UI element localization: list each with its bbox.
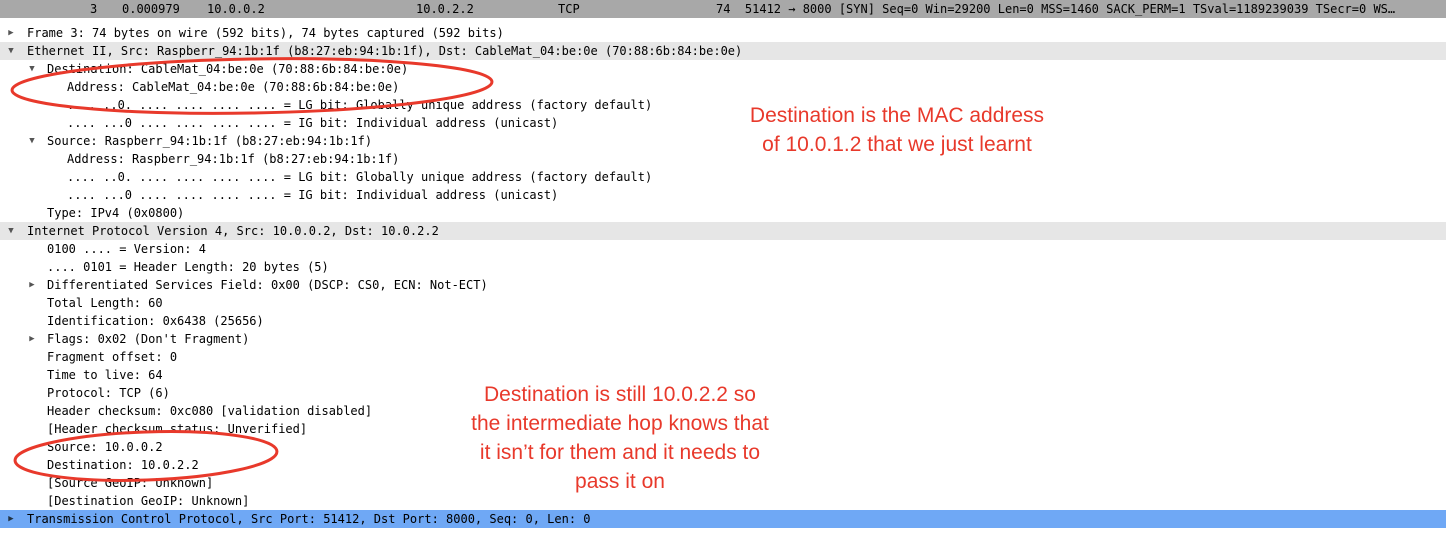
packet-protocol: TCP xyxy=(558,2,580,16)
tree-row-eth-src-ig-bit[interactable]: .... ...0 .... .... .... .... = IG bit: … xyxy=(0,186,1446,204)
tree-row-ip-dsf[interactable]: ▶ Differentiated Services Field: 0x00 (D… xyxy=(0,276,1446,294)
tree-row-ip-total-length[interactable]: Total Length: 60 xyxy=(0,294,1446,312)
tree-row-eth-dst-address[interactable]: Address: CableMat_04:be:0e (70:88:6b:84:… xyxy=(0,78,1446,96)
tree-row-ip-identification[interactable]: Identification: 0x6438 (25656) xyxy=(0,312,1446,330)
disclosure-triangle-down-icon[interactable]: ▼ xyxy=(27,60,37,78)
tree-row-ip-flags[interactable]: ▶ Flags: 0x02 (Don't Fragment) xyxy=(0,330,1446,348)
tree-row-tcp[interactable]: ▶ Transmission Control Protocol, Src Por… xyxy=(0,510,1446,528)
tree-row-label: Source: 10.0.0.2 xyxy=(47,440,163,454)
packet-no: 3 xyxy=(90,2,98,16)
tree-row-eth-destination[interactable]: ▼ Destination: CableMat_04:be:0e (70:88:… xyxy=(0,60,1446,78)
disclosure-triangle-down-icon[interactable]: ▼ xyxy=(6,222,16,240)
tree-row-label: Protocol: TCP (6) xyxy=(47,386,170,400)
tree-row-eth-src-lg-bit[interactable]: .... ..0. .... .... .... .... = LG bit: … xyxy=(0,168,1446,186)
tree-row-label: [Header checksum status: Unverified] xyxy=(47,422,308,436)
tree-row-label: Address: CableMat_04:be:0e (70:88:6b:84:… xyxy=(67,80,400,94)
tree-row-label: Flags: 0x02 (Don't Fragment) xyxy=(47,332,250,346)
ip-destination-annotation: Destination is still 10.0.2.2 so the int… xyxy=(471,383,769,493)
disclosure-triangle-right-icon[interactable]: ▶ xyxy=(27,276,37,294)
disclosure-triangle-right-icon[interactable]: ▶ xyxy=(27,330,37,348)
tree-row-ip-fragment-offset[interactable]: Fragment offset: 0 xyxy=(0,348,1446,366)
tree-row-label: Frame 3: 74 bytes on wire (592 bits), 74… xyxy=(27,26,504,40)
tree-row-frame[interactable]: ▶ Frame 3: 74 bytes on wire (592 bits), … xyxy=(0,24,1446,42)
tree-row-label: [Destination GeoIP: Unknown] xyxy=(47,494,250,508)
tree-row-label: Fragment offset: 0 xyxy=(47,350,178,364)
tree-row-ip-header-length[interactable]: .... 0101 = Header Length: 20 bytes (5) xyxy=(0,258,1446,276)
packet-destination: 10.0.2.2 xyxy=(416,2,474,16)
tree-row-eth-type[interactable]: Type: IPv4 (0x0800) xyxy=(0,204,1446,222)
tree-row-label: Differentiated Services Field: 0x00 (DSC… xyxy=(47,278,488,292)
packet-time: 0.000979 xyxy=(122,2,180,16)
tree-row-label: Transmission Control Protocol, Src Port:… xyxy=(27,512,591,526)
disclosure-triangle-right-icon[interactable]: ▶ xyxy=(6,510,16,528)
tree-row-label: Source: Raspberr_94:1b:1f (b8:27:eb:94:1… xyxy=(47,134,373,148)
tree-row-label: [Source GeoIP: Unknown] xyxy=(47,476,214,490)
tree-row-label: .... 0101 = Header Length: 20 bytes (5) xyxy=(47,260,329,274)
packet-list-row-selected[interactable]: 3 0.000979 10.0.0.2 10.0.2.2 TCP 74 5141… xyxy=(0,0,1446,18)
tree-row-ip-version[interactable]: 0100 .... = Version: 4 xyxy=(0,240,1446,258)
tree-row-label: Ethernet II, Src: Raspberr_94:1b:1f (b8:… xyxy=(27,44,743,58)
tree-row-label: 0100 .... = Version: 4 xyxy=(47,242,206,256)
tree-row-label: Internet Protocol Version 4, Src: 10.0.0… xyxy=(27,224,439,238)
disclosure-triangle-down-icon[interactable]: ▼ xyxy=(27,132,37,150)
packet-info: 74 51412 → 8000 [SYN] Seq=0 Win=29200 Le… xyxy=(716,2,1396,16)
mac-destination-annotation: Destination is the MAC address of 10.0.1… xyxy=(749,104,1045,156)
tree-row-label: Address: Raspberr_94:1b:1f (b8:27:eb:94:… xyxy=(67,152,400,166)
tree-row-label: Time to live: 64 xyxy=(47,368,163,382)
tree-row-label: .... ...0 .... .... .... .... = IG bit: … xyxy=(67,188,559,202)
disclosure-triangle-right-icon[interactable]: ▶ xyxy=(6,24,16,42)
disclosure-triangle-down-icon[interactable]: ▼ xyxy=(6,42,16,60)
tree-row-label: .... ..0. .... .... .... .... = LG bit: … xyxy=(67,170,653,184)
tree-row-label: .... ...0 .... .... .... .... = IG bit: … xyxy=(67,116,559,130)
tree-row-label: Destination: CableMat_04:be:0e (70:88:6b… xyxy=(47,62,409,76)
tree-row-ipv4[interactable]: ▼ Internet Protocol Version 4, Src: 10.0… xyxy=(0,222,1446,240)
tree-row-label: .... ..0. .... .... .... .... = LG bit: … xyxy=(67,98,653,112)
tree-row-label: Header checksum: 0xc080 [validation disa… xyxy=(47,404,373,418)
tree-row-label: Total Length: 60 xyxy=(47,296,163,310)
tree-row-label: Destination: 10.0.2.2 xyxy=(47,458,199,472)
tree-row-label: Identification: 0x6438 (25656) xyxy=(47,314,264,328)
tree-row-ethernet[interactable]: ▼ Ethernet II, Src: Raspberr_94:1b:1f (b… xyxy=(0,42,1446,60)
packet-source: 10.0.0.2 xyxy=(207,2,265,16)
tree-row-label: Type: IPv4 (0x0800) xyxy=(47,206,185,220)
